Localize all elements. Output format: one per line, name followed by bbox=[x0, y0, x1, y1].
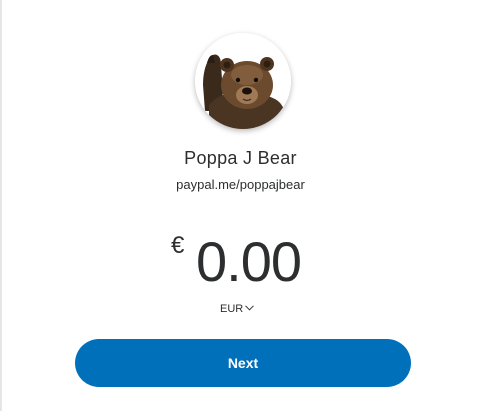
panel-left-border bbox=[0, 0, 2, 411]
bear-avatar-image bbox=[195, 33, 291, 129]
profile-name: Poppa J Bear bbox=[184, 148, 297, 168]
currency-symbol: € bbox=[171, 232, 185, 259]
amount-value[interactable]: 0.00 bbox=[196, 230, 302, 294]
currency-selector[interactable]: EUR bbox=[220, 302, 255, 316]
currency-code: EUR bbox=[220, 303, 244, 315]
next-button[interactable]: Next bbox=[75, 339, 411, 387]
chevron-down-icon bbox=[245, 304, 255, 311]
amount-input[interactable]: € 0.00 bbox=[0, 230, 481, 294]
profile-avatar bbox=[195, 33, 291, 129]
profile-link[interactable]: paypal.me/poppajbear bbox=[0, 177, 481, 192]
